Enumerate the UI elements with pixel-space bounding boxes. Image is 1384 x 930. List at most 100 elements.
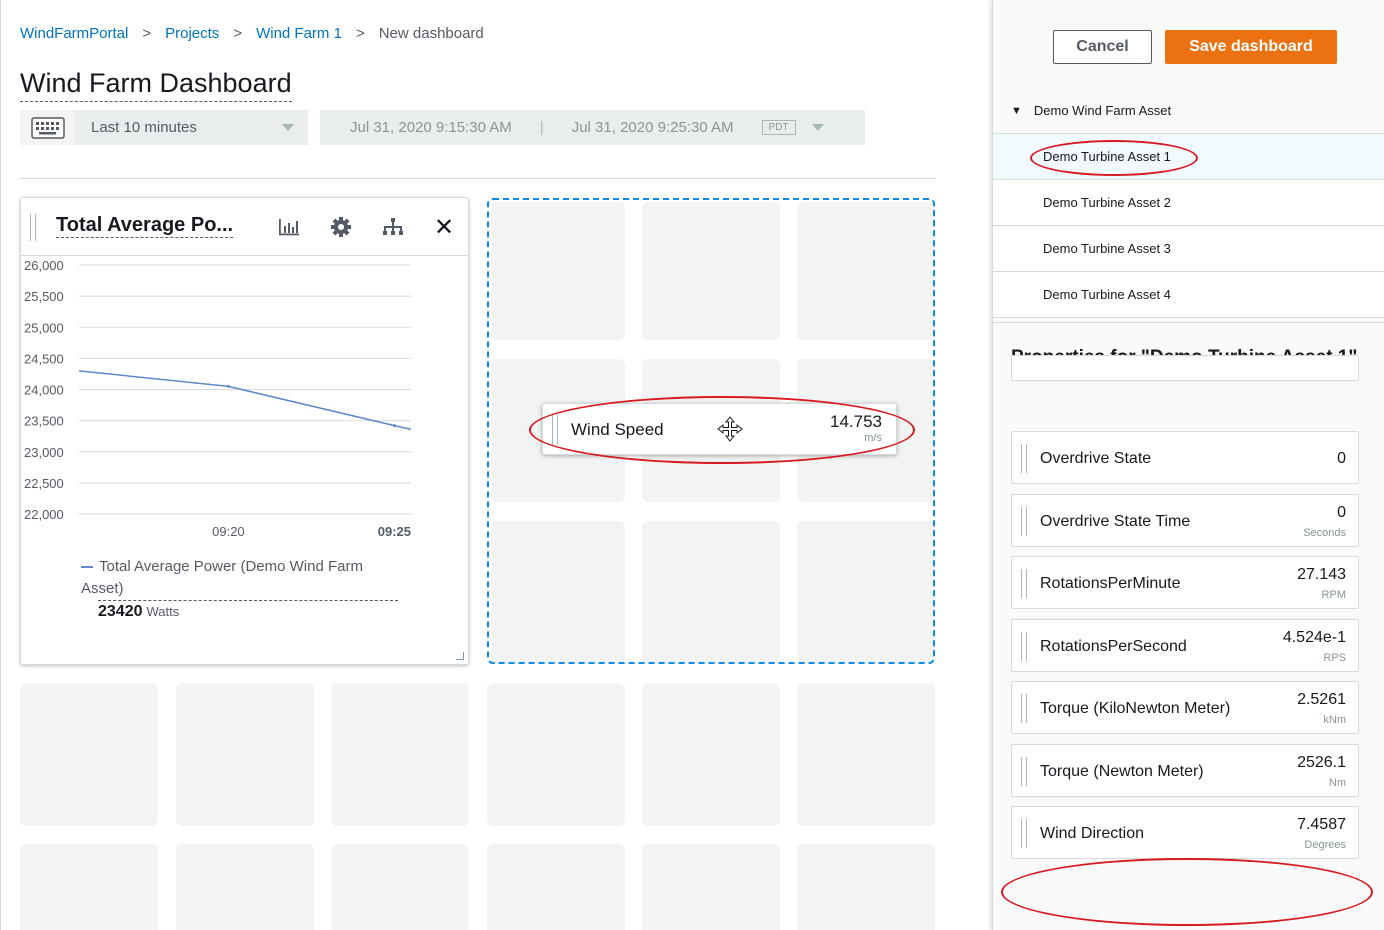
widget-header: Total Average Po... ✕ (21, 198, 468, 256)
time-range-value: Last 10 minutes (91, 119, 197, 136)
y-tick-label: 26,000 (24, 258, 64, 273)
kpi-unit: m/s (864, 432, 882, 444)
empty-grid-cell (176, 683, 314, 826)
property-name: Torque (KiloNewton Meter) (1040, 700, 1231, 717)
drag-handle[interactable] (1021, 444, 1027, 473)
property-value: 2.5261 (1297, 691, 1346, 708)
empty-grid-cell (20, 683, 158, 826)
property-card-partial[interactable] (1011, 355, 1359, 381)
tree-item-wind-farm[interactable]: ▼ Demo Wind Farm Asset (993, 88, 1384, 134)
property-card[interactable]: Wind Direction 7.4587 Degrees (1011, 806, 1359, 859)
drag-handle[interactable] (30, 214, 36, 241)
drag-handle[interactable] (1021, 569, 1027, 598)
property-name: RotationsPerSecond (1040, 637, 1187, 655)
cancel-button[interactable]: Cancel (1053, 30, 1152, 64)
properties-section: Properties for "Demo Turbine Asset 1" Ov… (993, 322, 1384, 930)
line-chart-widget[interactable]: Total Average Po... ✕ 26,000 25,500 25,000… (20, 197, 469, 665)
move-cursor-icon (717, 416, 743, 442)
time-range-select[interactable]: Last 10 minutes (75, 110, 308, 145)
breadcrumb: WindFarmPortal > Projects > Wind Farm 1 … (20, 25, 484, 42)
y-tick-label: 24,000 (24, 383, 64, 398)
y-tick-label: 23,500 (24, 414, 64, 429)
property-value: 27.143 (1297, 566, 1346, 583)
empty-grid-cell (797, 844, 935, 930)
tree-item-turbine-1[interactable]: Demo Turbine Asset 1 (993, 134, 1384, 180)
hierarchy-icon[interactable] (380, 214, 406, 240)
x-tick-label: 09:20 (212, 524, 245, 539)
tree-item-label: Demo Turbine Asset 3 (1043, 241, 1171, 256)
tree-item-turbine-3[interactable]: Demo Turbine Asset 3 (993, 226, 1384, 272)
legend-swatch (81, 566, 93, 569)
tree-item-label: Demo Wind Farm Asset (1033, 103, 1172, 118)
property-value: 0 (1337, 450, 1346, 467)
line-chart: 26,000 25,500 25,000 24,500 24,000 23,500 23,0… (24, 258, 412, 539)
keyboard-button[interactable] (20, 110, 75, 145)
drag-handle[interactable] (1021, 756, 1027, 786)
gear-icon[interactable] (328, 214, 354, 240)
close-icon[interactable]: ✕ (431, 214, 457, 241)
empty-grid-cell (797, 683, 935, 826)
empty-grid-cell (487, 683, 625, 826)
bar-chart-icon[interactable] (276, 214, 302, 240)
divider (20, 178, 935, 179)
property-unit: Nm (1328, 776, 1346, 789)
end-datetime: Jul 31, 2020 9:25:30 AM (571, 119, 734, 136)
empty-grid-cell (176, 844, 314, 930)
tree-item-turbine-4[interactable]: Demo Turbine Asset 4 (993, 272, 1384, 318)
property-name: Overdrive State (1040, 450, 1152, 467)
property-card[interactable]: RotationsPerMinute 27.143 RPM (1011, 556, 1359, 609)
breadcrumb-link-portal[interactable]: WindFarmPortal (20, 25, 128, 42)
drag-handle[interactable] (552, 415, 558, 445)
empty-grid-cell (487, 844, 625, 930)
kpi-name: Wind Speed (571, 420, 664, 439)
asset-tree: ▼ Demo Wind Farm Asset Demo Turbine Asse… (993, 88, 1384, 318)
drag-handle[interactable] (1021, 819, 1027, 848)
chart-legend[interactable]: Total Average Power (Demo Wind Farm Asse… (81, 556, 401, 621)
tree-item-label: Demo Turbine Asset 1 (1043, 149, 1171, 164)
breadcrumb-current: New dashboard (378, 25, 484, 42)
legend-entry: Total Average Power (Demo Wind Farm Asse… (81, 556, 401, 600)
breadcrumb-separator: > (142, 25, 152, 42)
property-unit: Degrees (1304, 839, 1346, 851)
property-card[interactable]: Overdrive State 0 (1011, 431, 1359, 484)
drag-handle[interactable] (1021, 694, 1027, 723)
y-tick-label: 24,500 (24, 351, 64, 366)
tree-item-turbine-2[interactable]: Demo Turbine Asset 2 (993, 180, 1384, 226)
resource-explorer-panel: Cancel Save dashboard ▼ Demo Wind Farm A… (992, 0, 1384, 930)
resize-handle[interactable] (456, 652, 464, 660)
property-unit: RPS (1323, 651, 1346, 664)
legend-series-name: Total Average Power (Demo Wind Farm Asse… (81, 558, 363, 597)
property-card[interactable]: Torque (Newton Meter) 2526.1 Nm (1011, 743, 1359, 797)
legend-value: 23420 Watts (98, 603, 401, 621)
y-tick-label: 22,000 (24, 507, 64, 522)
property-unit: Seconds (1303, 526, 1346, 539)
property-value: 7.4587 (1297, 816, 1346, 833)
drag-handle[interactable] (1021, 506, 1027, 536)
y-tick-label: 25,500 (24, 289, 64, 304)
property-card[interactable]: Torque (KiloNewton Meter) 2.5261 kNm (1011, 681, 1359, 734)
y-tick-label: 23,000 (24, 445, 64, 460)
empty-grid-cell (331, 683, 469, 826)
breadcrumb-link-projects[interactable]: Projects (165, 25, 219, 42)
caret-down-icon[interactable]: ▼ (1011, 105, 1022, 117)
date-range-picker[interactable]: Jul 31, 2020 9:15:30 AM | Jul 31, 2020 9… (320, 110, 865, 145)
drag-handle[interactable] (1021, 631, 1027, 661)
property-unit: kNm (1323, 714, 1346, 726)
breadcrumb-link-project[interactable]: Wind Farm 1 (256, 25, 342, 42)
keyboard-icon (30, 116, 65, 139)
page-title[interactable]: Wind Farm Dashboard (20, 68, 292, 102)
caret-down-icon (282, 123, 294, 131)
widget-title[interactable]: Total Average Po... (56, 214, 234, 238)
property-card[interactable]: Overdrive State Time 0 Seconds (1011, 493, 1359, 547)
property-name: RotationsPerMinute (1040, 575, 1181, 592)
x-tick-label: 09:25 (378, 524, 411, 539)
legend-value-number: 23420 (98, 603, 143, 620)
empty-grid-cell (642, 683, 780, 826)
property-card[interactable]: RotationsPerSecond 4.524e-1 RPS (1011, 618, 1359, 672)
save-dashboard-button[interactable]: Save dashboard (1165, 30, 1337, 64)
legend-underline (98, 600, 398, 601)
property-name: Overdrive State Time (1040, 512, 1191, 530)
legend-value-unit: Watts (146, 604, 180, 619)
kpi-value: 14.753 (830, 412, 882, 431)
empty-grid-cell (20, 844, 158, 930)
